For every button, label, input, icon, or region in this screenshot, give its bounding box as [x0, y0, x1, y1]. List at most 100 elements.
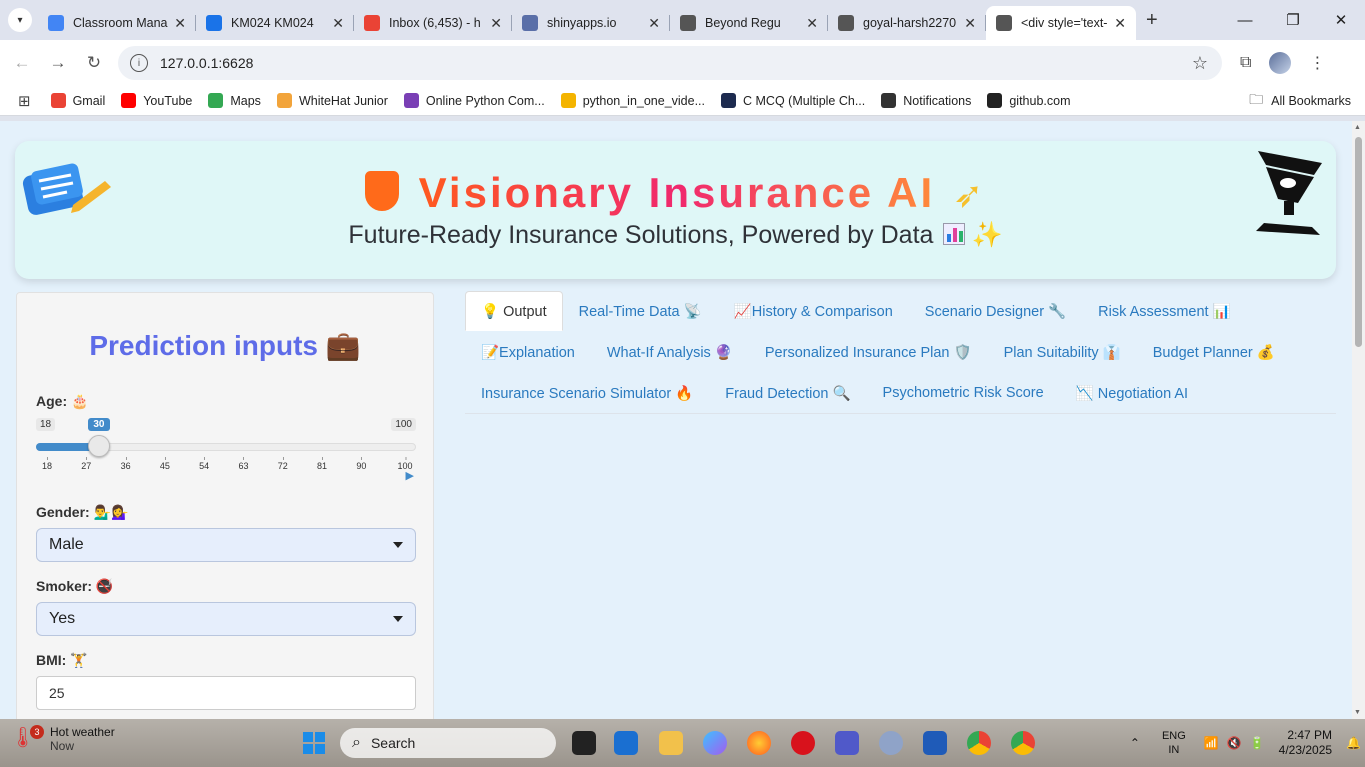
browser-tab[interactable]: KM024 KM024 ✕ — [196, 6, 354, 40]
close-tab-icon[interactable]: ✕ — [964, 15, 976, 32]
word-icon[interactable] — [923, 731, 947, 755]
nav-tab[interactable]: 💡 Output — [465, 291, 563, 331]
nav-tab[interactable]: Plan Suitability 👔 — [988, 332, 1137, 372]
close-tab-icon[interactable]: ✕ — [490, 15, 502, 32]
scroll-down-icon[interactable]: ▼ — [1354, 709, 1361, 716]
new-tab-button[interactable]: + — [1146, 9, 1158, 32]
maximize-button[interactable]: ❐ — [1269, 0, 1317, 40]
slider-handle[interactable] — [88, 435, 111, 457]
nav-tab[interactable]: Real-Time Data 📡 — [563, 291, 718, 331]
language-indicator[interactable]: ENG IN — [1162, 729, 1186, 757]
nav-tab[interactable]: 📝Explanation — [465, 332, 591, 372]
slider-tick-label: 81 — [317, 457, 327, 471]
browser-tab[interactable]: shinyapps.io ✕ — [512, 6, 670, 40]
close-tab-icon[interactable]: ✕ — [648, 15, 660, 32]
close-tab-icon[interactable]: ✕ — [174, 15, 186, 32]
close-tab-icon[interactable]: ✕ — [806, 15, 818, 32]
bmi-input[interactable]: 25 — [36, 676, 416, 710]
all-bookmarks-button[interactable]: 🗀 All Bookmarks — [1249, 89, 1351, 113]
task-view-icon[interactable] — [572, 731, 596, 755]
nav-tab[interactable]: Fraud Detection 🔍 — [709, 373, 866, 413]
tray-overflow-icon[interactable]: ⌃ — [1130, 736, 1140, 750]
weather-widget[interactable]: 🌡 3 Hot weather Now — [10, 725, 115, 753]
browser-tab-title: Inbox (6,453) - h — [389, 16, 481, 30]
reload-button[interactable]: ↻ — [76, 53, 112, 73]
url-text: 127.0.0.1:6628 — [160, 55, 254, 71]
profile-avatar[interactable] — [1269, 52, 1292, 74]
forward-button[interactable]: → — [40, 53, 76, 73]
browser-tab[interactable]: Beyond Regu ✕ — [670, 6, 828, 40]
bookmark-star-icon[interactable]: ☆ — [1192, 53, 1208, 74]
battery-icon[interactable]: 🔋 — [1250, 736, 1265, 750]
volume-muted-icon[interactable]: 🔇 — [1227, 736, 1242, 750]
nav-tab[interactable]: Insurance Scenario Simulator 🔥 — [465, 373, 709, 413]
contacts-icon — [206, 15, 222, 31]
no-smoking-icon: 🚭 — [95, 578, 114, 594]
teams-icon[interactable] — [835, 731, 859, 755]
bookmark-label: Maps — [230, 93, 261, 108]
bookmark-item[interactable]: python_in_one_vide... — [560, 93, 705, 108]
slider-max-label: 100 — [391, 418, 416, 431]
smoker-select[interactable]: Yes — [36, 602, 416, 636]
slider-tick-label: 45 — [160, 457, 170, 471]
chrome-icon[interactable] — [1011, 731, 1035, 755]
close-tab-icon[interactable]: ✕ — [1114, 15, 1126, 32]
nav-tab[interactable]: Personalized Insurance Plan 🛡️ — [749, 332, 988, 372]
nav-tab[interactable]: Budget Planner 💰 — [1137, 332, 1291, 372]
play-animation-icon[interactable]: ▶ — [406, 469, 414, 482]
notifications-icon[interactable]: 🔔 — [1346, 736, 1361, 750]
nav-tab[interactable]: What-If Analysis 🔮 — [591, 332, 749, 372]
header-banner: Visionary Insurance AI ➶ Future-Ready Ins… — [15, 141, 1336, 279]
menu-kebab-icon[interactable]: ⋮ — [1309, 53, 1325, 73]
nav-tab[interactable]: Psychometric Risk Score — [867, 373, 1060, 413]
back-button[interactable]: ← — [4, 53, 40, 73]
site-info-icon[interactable]: i — [130, 54, 148, 72]
browser-tab[interactable]: <div style='text- ✕ — [986, 6, 1136, 40]
r-app-icon[interactable] — [879, 731, 903, 755]
browser-tab-title: Beyond Regu — [705, 16, 781, 30]
nav-tab[interactable]: 📈History & Comparison — [718, 291, 909, 331]
slider-tick-label: 36 — [121, 457, 131, 471]
nav-tab[interactable]: Scenario Designer 🔧 — [909, 291, 1082, 331]
browser-tab[interactable]: Classroom Mana ✕ — [38, 6, 196, 40]
close-tab-icon[interactable]: ✕ — [332, 15, 344, 32]
windows-start-icon[interactable] — [303, 732, 325, 754]
bookmark-label: Online Python Com... — [425, 93, 545, 108]
gender-select[interactable]: Male — [36, 528, 416, 562]
nav-tab[interactable]: Risk Assessment 📊 — [1082, 291, 1246, 331]
tabs-divider — [465, 413, 1336, 414]
youtube-icon — [121, 93, 137, 108]
bookmark-item[interactable]: github.com — [987, 93, 1071, 108]
tab-search-button[interactable]: ▾ — [8, 8, 32, 32]
bookmark-item[interactable]: WhiteHat Junior — [276, 93, 388, 108]
nav-tab[interactable]: 📉 Negotiation AI — [1060, 373, 1204, 413]
bookmark-item[interactable]: Online Python Com... — [403, 93, 545, 108]
address-bar[interactable]: i 127.0.0.1:6628 ☆ — [118, 46, 1222, 80]
age-slider[interactable]: 18 100 30 18 27 36 45 54 63 72 81 90 100 ▶ — [36, 413, 416, 483]
browser-tab[interactable]: goyal-harsh2270 ✕ — [828, 6, 986, 40]
clock[interactable]: 2:47 PM 4/23/2025 — [1279, 728, 1332, 758]
bookmark-item[interactable]: Maps — [208, 93, 261, 108]
bookmark-item[interactable]: YouTube — [121, 93, 192, 108]
browser-toolbar: ← → ↻ i 127.0.0.1:6628 ☆ ⧉ ⋮ — [0, 40, 1365, 86]
panel-title: Prediction inputs 💼 — [89, 330, 361, 361]
close-window-button[interactable]: ✕ — [1317, 0, 1365, 40]
minimize-button[interactable]: — — [1221, 0, 1269, 40]
bookmark-item[interactable]: Notifications — [881, 93, 971, 108]
opera-icon[interactable] — [791, 731, 815, 755]
scrollbar-thumb[interactable] — [1355, 137, 1362, 347]
taskbar-search[interactable]: ⌕ Search — [340, 728, 556, 758]
wifi-icon[interactable]: 📶 — [1204, 736, 1219, 750]
chrome-profile-icon[interactable] — [967, 731, 991, 755]
copilot-icon[interactable] — [703, 731, 727, 755]
apps-grid-icon[interactable]: ⊞ — [18, 92, 31, 110]
browser-tab[interactable]: Inbox (6,453) - h ✕ — [354, 6, 512, 40]
scroll-up-icon[interactable]: ▲ — [1354, 124, 1361, 131]
store-icon[interactable] — [614, 731, 638, 755]
firefox-icon[interactable] — [747, 731, 771, 755]
file-explorer-icon[interactable] — [659, 731, 683, 755]
bookmark-item[interactable]: Gmail — [50, 93, 105, 108]
extensions-icon[interactable]: ⧉ — [1240, 54, 1251, 72]
bookmark-item[interactable]: C MCQ (Multiple Ch... — [721, 93, 865, 108]
page-scrollbar[interactable]: ▲ ▼ — [1352, 121, 1365, 719]
